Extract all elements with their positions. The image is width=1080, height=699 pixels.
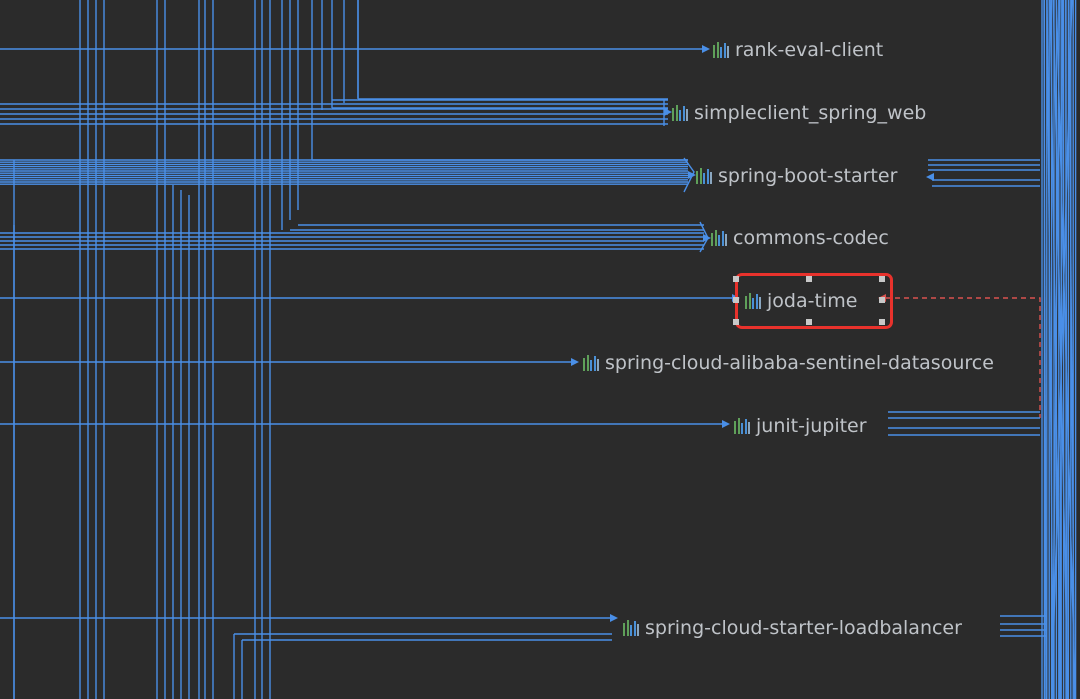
node-rank-eval-client[interactable]: rank-eval-client <box>713 36 883 64</box>
dependency-graph-canvas[interactable]: rank-eval-client simpleclient_spring_web… <box>0 0 1080 699</box>
node-simpleclient-spring-web[interactable]: simpleclient_spring_web <box>672 99 926 127</box>
node-junit-jupiter[interactable]: junit-jupiter <box>734 412 867 440</box>
node-spring-boot-starter[interactable]: spring-boot-starter <box>696 162 897 190</box>
node-label: commons-codec <box>733 227 889 249</box>
library-icon <box>696 168 712 184</box>
library-icon <box>711 230 727 246</box>
resize-handle[interactable] <box>733 276 739 282</box>
edge-arrowhead <box>722 420 730 428</box>
resize-handle[interactable] <box>806 319 812 325</box>
node-label: spring-cloud-starter-loadbalancer <box>645 617 962 639</box>
resize-handle[interactable] <box>879 297 885 303</box>
library-icon <box>623 620 639 636</box>
edge-arrowhead <box>610 614 618 622</box>
edge-arrowhead <box>926 173 934 181</box>
resize-handle[interactable] <box>733 319 739 325</box>
resize-handle[interactable] <box>879 319 885 325</box>
library-icon <box>583 355 599 371</box>
library-icon <box>734 418 750 434</box>
edge-arrowhead <box>702 45 710 53</box>
edge-arrowhead <box>571 358 579 366</box>
edge-arrowhead <box>688 171 696 179</box>
node-spring-cloud-alibaba-sentinel-datasource[interactable]: spring-cloud-alibaba-sentinel-datasource <box>583 349 994 377</box>
node-label: rank-eval-client <box>735 39 884 61</box>
node-label: junit-jupiter <box>756 415 867 437</box>
resize-handle[interactable] <box>879 276 885 282</box>
node-spring-cloud-starter-loadbalancer[interactable]: spring-cloud-starter-loadbalancer <box>623 614 962 642</box>
library-icon <box>672 105 688 121</box>
node-label: joda-time <box>767 290 858 312</box>
library-icon <box>745 293 761 309</box>
node-label: spring-cloud-alibaba-sentinel-datasource <box>605 352 994 374</box>
resize-handle[interactable] <box>806 276 812 282</box>
resize-handle[interactable] <box>733 297 739 303</box>
node-label: spring-boot-starter <box>718 165 898 187</box>
node-label: simpleclient_spring_web <box>694 102 927 124</box>
node-joda-time[interactable]: joda-time <box>745 287 857 315</box>
library-icon <box>713 42 729 58</box>
node-commons-codec[interactable]: commons-codec <box>711 224 889 252</box>
